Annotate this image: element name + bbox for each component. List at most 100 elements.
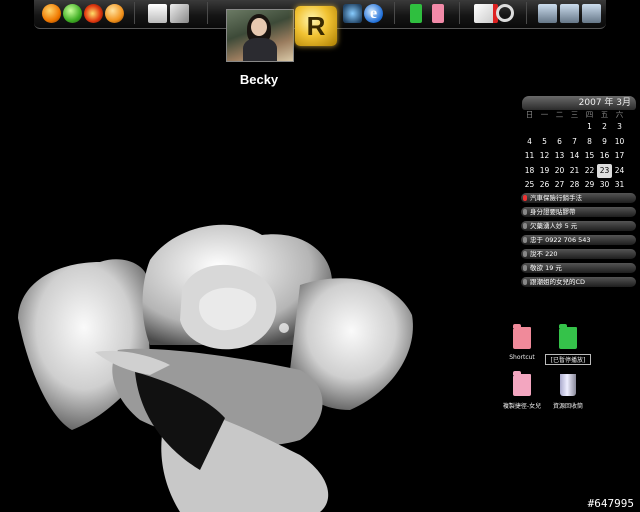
calendar-day[interactable]: 11 <box>522 149 537 164</box>
note-marker-icon <box>523 265 527 271</box>
note-item[interactable]: 跟潮姐的女兒的CD <box>521 277 636 287</box>
calendar-week-row: 123 <box>522 120 636 135</box>
calendar-weekday: 六 <box>615 110 624 119</box>
profile-photo[interactable] <box>226 9 294 62</box>
pink-folder-icon[interactable] <box>432 4 444 23</box>
green-sphere-icon[interactable] <box>63 4 82 23</box>
calendar-day[interactable]: 3 <box>612 120 627 135</box>
calendar-weekday: 五 <box>600 110 609 119</box>
dock-separator <box>394 2 395 24</box>
launcher-r-icon[interactable]: R <box>295 6 337 46</box>
calendar-day[interactable]: 26 <box>537 178 552 193</box>
red-disk-icon[interactable] <box>474 4 498 23</box>
dock-separator <box>134 2 135 24</box>
calendar-day[interactable]: 22 <box>582 164 597 179</box>
note-item[interactable]: 說不 220 <box>521 249 636 259</box>
desktop-icon-paused[interactable]: [已暫停播放] <box>545 324 591 365</box>
calendar-weekday: 四 <box>585 110 594 119</box>
calendar-weekdays: 日一二三四五六 <box>522 111 636 120</box>
note-marker-icon <box>523 237 527 243</box>
calendar-day <box>552 120 567 135</box>
text-document-icon[interactable] <box>148 4 167 23</box>
calendar-header: 2007 年 3月 <box>522 96 636 110</box>
internet-explorer-icon[interactable]: e <box>364 4 383 23</box>
calendar-widget: 2007 年 3月 日一二三四五六 1 2 3 4 5 6 7 8 9 10 11 12 13 14 15 1… <box>522 96 636 189</box>
calendar-day[interactable]: 30 <box>597 178 612 193</box>
note-text: 敬欲 19 元 <box>530 264 562 272</box>
calendar-day[interactable]: 25 <box>522 178 537 193</box>
calendar-day[interactable]: 29 <box>582 178 597 193</box>
computer-sync-icon[interactable] <box>582 4 601 23</box>
calendar-grid: 日一二三四五六 1 2 3 4 5 6 7 8 9 10 11 12 13 14 15 16 17 18 19 20 2… <box>522 111 636 193</box>
note-marker-icon <box>523 223 527 229</box>
recycle-bin-icon <box>560 374 576 396</box>
pink-folder-icon <box>513 371 531 396</box>
calendar-day[interactable]: 9 <box>597 135 612 150</box>
calendar-weekday: 二 <box>555 110 564 119</box>
green-folder-icon <box>559 324 577 349</box>
calendar-day[interactable]: 13 <box>552 149 567 164</box>
fire-sphere-icon[interactable] <box>84 4 103 23</box>
calendar-week-row: 25 26 27 28 29 30 31 <box>522 178 636 193</box>
calendar-day[interactable]: 6 <box>552 135 567 150</box>
computer-network-icon[interactable] <box>560 4 579 23</box>
calendar-day[interactable]: 20 <box>552 164 567 179</box>
calendar-week-row: 4 5 6 7 8 9 10 <box>522 135 636 150</box>
calendar-day[interactable]: 14 <box>567 149 582 164</box>
orange-ball-icon[interactable] <box>105 4 124 23</box>
calendar-day[interactable]: 28 <box>567 178 582 193</box>
note-item[interactable]: 欠藥湧人妙 5 元 <box>521 221 636 231</box>
green-folder-icon[interactable] <box>410 4 422 23</box>
calendar-day[interactable]: 18 <box>522 164 537 179</box>
note-marker-icon <box>523 279 527 285</box>
note-item[interactable]: 敬欲 19 元 <box>521 263 636 273</box>
calendar-day[interactable]: 27 <box>552 178 567 193</box>
notes-list: 汽車保險行銷手法 身分證要貼膠帶 欠藥湧人妙 5 元忠于 0922 706 543 說… <box>521 193 636 291</box>
profile-name: Becky <box>239 72 279 87</box>
dock-separator <box>207 2 208 24</box>
note-item[interactable]: 忠于 0922 706 543 <box>521 235 636 245</box>
note-item[interactable]: 汽車保險行銷手法 <box>521 193 636 203</box>
calendar-day <box>522 120 537 135</box>
note-marker-icon <box>523 251 527 257</box>
note-text: 忠于 0922 706 543 <box>530 236 591 244</box>
picture-tool-icon[interactable] <box>170 4 189 23</box>
computer-icon[interactable] <box>538 4 557 23</box>
desktop-icon-copy-shortcut[interactable]: 複製捷徑-女兒 <box>499 371 545 410</box>
calendar-day[interactable]: 24 <box>612 164 627 179</box>
calendar-day[interactable]: 15 <box>582 149 597 164</box>
dock-separator <box>526 2 527 24</box>
calendar-day[interactable]: 7 <box>567 135 582 150</box>
calendar-day[interactable]: 19 <box>537 164 552 179</box>
calendar-day[interactable]: 2 <box>597 120 612 135</box>
calendar-day[interactable]: 1 <box>582 120 597 135</box>
calendar-day[interactable]: 17 <box>612 149 627 164</box>
calendar-weekday: 日 <box>525 110 534 119</box>
note-text: 身分證要貼膠帶 <box>530 208 576 216</box>
note-text: 欠藥湧人妙 5 元 <box>530 222 578 230</box>
calendar-day[interactable]: 16 <box>597 149 612 164</box>
calendar-day[interactable]: 5 <box>537 135 552 150</box>
calendar-day[interactable]: 8 <box>582 135 597 150</box>
desktop-icon-label: [已暫停播放] <box>545 354 591 365</box>
calendar-day[interactable]: 21 <box>567 164 582 179</box>
profile-body <box>243 38 277 61</box>
calendar-day[interactable]: 4 <box>522 135 537 150</box>
watermark-id: #647995 <box>587 497 634 510</box>
calendar-weekday: 一 <box>540 110 549 119</box>
pink-folder-icon <box>513 324 531 349</box>
note-item[interactable]: 身分證要貼膠帶 <box>521 207 636 217</box>
calendar-day[interactable]: 10 <box>612 135 627 150</box>
calendar-day <box>537 120 552 135</box>
desktop-icon-recycle-bin[interactable]: 資源回收筒 <box>545 374 591 410</box>
network-globe-icon[interactable] <box>343 4 362 23</box>
magnifier-icon[interactable] <box>496 4 514 22</box>
note-marker-icon <box>523 209 527 215</box>
calendar-day[interactable]: 12 <box>537 149 552 164</box>
calendar-day[interactable]: 31 <box>612 178 627 193</box>
orange-sphere-icon[interactable] <box>42 4 61 23</box>
desktop-icon-shortcut[interactable]: Shortcut <box>499 324 545 361</box>
calendar-day[interactable]: 23 <box>597 163 612 179</box>
note-text: 汽車保險行銷手法 <box>530 194 582 202</box>
note-marker-icon <box>523 195 527 201</box>
